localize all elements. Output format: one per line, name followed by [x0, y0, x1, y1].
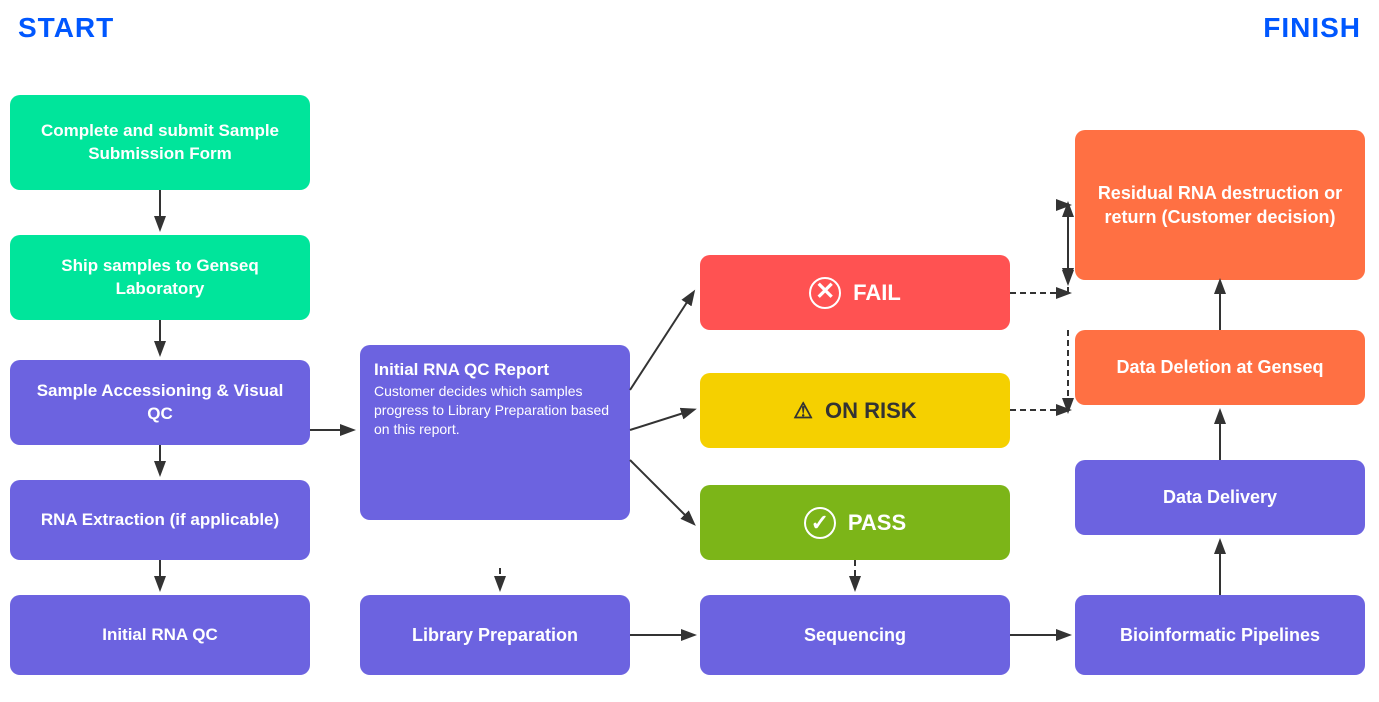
- fail-box: ✕ FAIL: [700, 255, 1010, 330]
- arrow-report-to-on-risk: [630, 410, 693, 430]
- on-risk-box: ⚠ ON RISK: [700, 373, 1010, 448]
- pass-icon: ✓: [804, 507, 836, 539]
- rna-qc-report-box: Initial RNA QC Report Customer decides w…: [360, 345, 630, 520]
- arrow-report-to-pass: [630, 460, 693, 523]
- data-deletion-box: Data Deletion at Genseq: [1075, 330, 1365, 405]
- initial-rna-qc-box: Initial RNA QC: [10, 595, 310, 675]
- on-risk-icon: ⚠: [793, 396, 813, 426]
- sequencing-box: Sequencing: [700, 595, 1010, 675]
- data-delivery-box: Data Delivery: [1075, 460, 1365, 535]
- submit-form-box: Complete and submit Sample Submission Fo…: [10, 95, 310, 190]
- sample-accessioning-box: Sample Accessioning & Visual QC: [10, 360, 310, 445]
- rna-extraction-box: RNA Extraction (if applicable): [10, 480, 310, 560]
- start-label: START: [18, 12, 114, 44]
- residual-rna-box: Residual RNA destruction or return (Cust…: [1075, 130, 1365, 280]
- library-preparation-box: Library Preparation: [360, 595, 630, 675]
- ship-samples-box: Ship samples to Genseq Laboratory: [10, 235, 310, 320]
- arrow-report-to-fail: [630, 293, 693, 390]
- pass-box: ✓ PASS: [700, 485, 1010, 560]
- diagram-container: START FINISH Complete and submit Sample …: [0, 0, 1379, 702]
- fail-icon: ✕: [809, 277, 841, 309]
- finish-label: FINISH: [1263, 12, 1361, 44]
- bioinformatic-pipelines-box: Bioinformatic Pipelines: [1075, 595, 1365, 675]
